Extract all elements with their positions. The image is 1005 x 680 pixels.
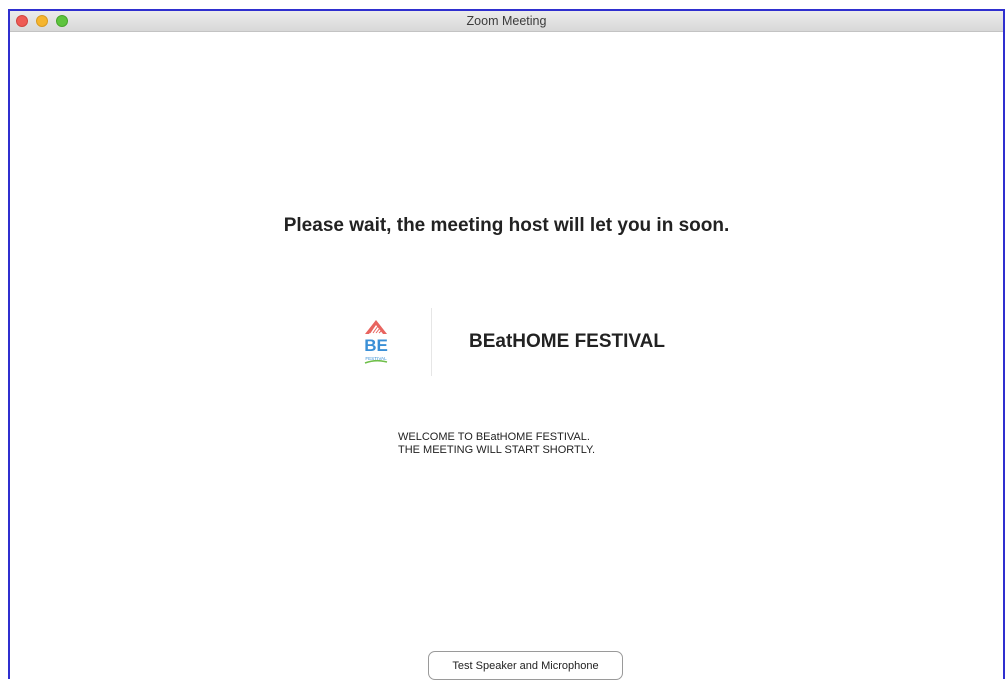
zoom-window: Zoom Meeting Please wait, the meeting ho…	[8, 9, 1005, 680]
welcome-text: WELCOME TO BEatHOME FESTIVAL. THE MEETIN…	[398, 431, 595, 457]
title-bar[interactable]: Zoom Meeting	[10, 11, 1003, 32]
window-title: Zoom Meeting	[466, 14, 547, 28]
welcome-line-2: THE MEETING WILL START SHORTLY.	[398, 444, 596, 456]
logo-letters: BE	[364, 336, 388, 355]
brand-name: BEatHOME FESTIVAL	[469, 331, 665, 352]
waiting-room-panel: Please wait, the meeting host will let y…	[10, 32, 1003, 680]
festival-logo: BE FESTIVAL	[364, 320, 388, 364]
waiting-message: Please wait, the meeting host will let y…	[283, 215, 730, 236]
logo-divider	[431, 308, 432, 376]
test-speaker-microphone-button[interactable]: Test Speaker and Microphone	[428, 651, 623, 680]
welcome-line-1: WELCOME TO BEatHOME FESTIVAL.	[398, 431, 590, 443]
